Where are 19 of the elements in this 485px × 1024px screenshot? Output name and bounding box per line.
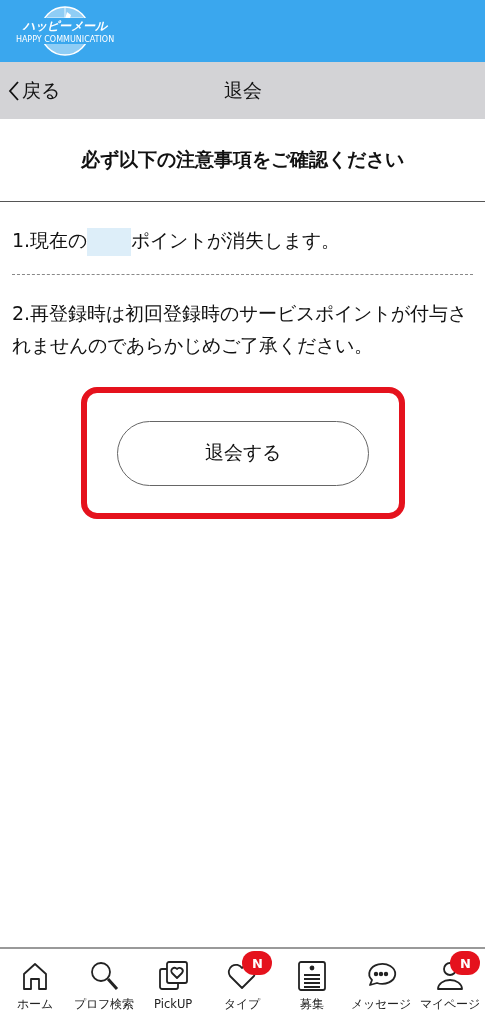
withdraw-button[interactable]: 退会する: [116, 420, 369, 486]
tab-item[interactable]: PickUP: [139, 951, 208, 1011]
back-link[interactable]: 戻る: [0, 77, 60, 104]
tab-item[interactable]: N マイページ: [416, 951, 485, 1012]
notice-heading: 必ず以下の注意事項をご確認ください: [0, 119, 485, 202]
chevron-left-icon: [8, 79, 20, 102]
logo-name: ハッピーメール: [21, 18, 109, 35]
tab-item[interactable]: 募集: [277, 951, 346, 1012]
tab-item[interactable]: N タイプ: [208, 951, 277, 1012]
page-title: 退会: [223, 77, 262, 103]
tab-item[interactable]: ホーム: [0, 951, 69, 1012]
logo-tagline: HAPPY COMMUNICATION: [14, 35, 116, 44]
tab-item[interactable]: メッセージ: [347, 951, 416, 1012]
notification-badge: N: [450, 951, 481, 975]
tab-item[interactable]: プロフ検索: [69, 951, 138, 1012]
notice-text: 1.現在の ポイントが消失します。: [12, 202, 473, 275]
notification-badge: N: [242, 951, 273, 975]
photo-cards-icon: [156, 959, 191, 993]
notice-text: 2.再登録時は初回登録時のサービスポイントが付与されませんのであらかじめご了承ください。: [12, 301, 469, 358]
